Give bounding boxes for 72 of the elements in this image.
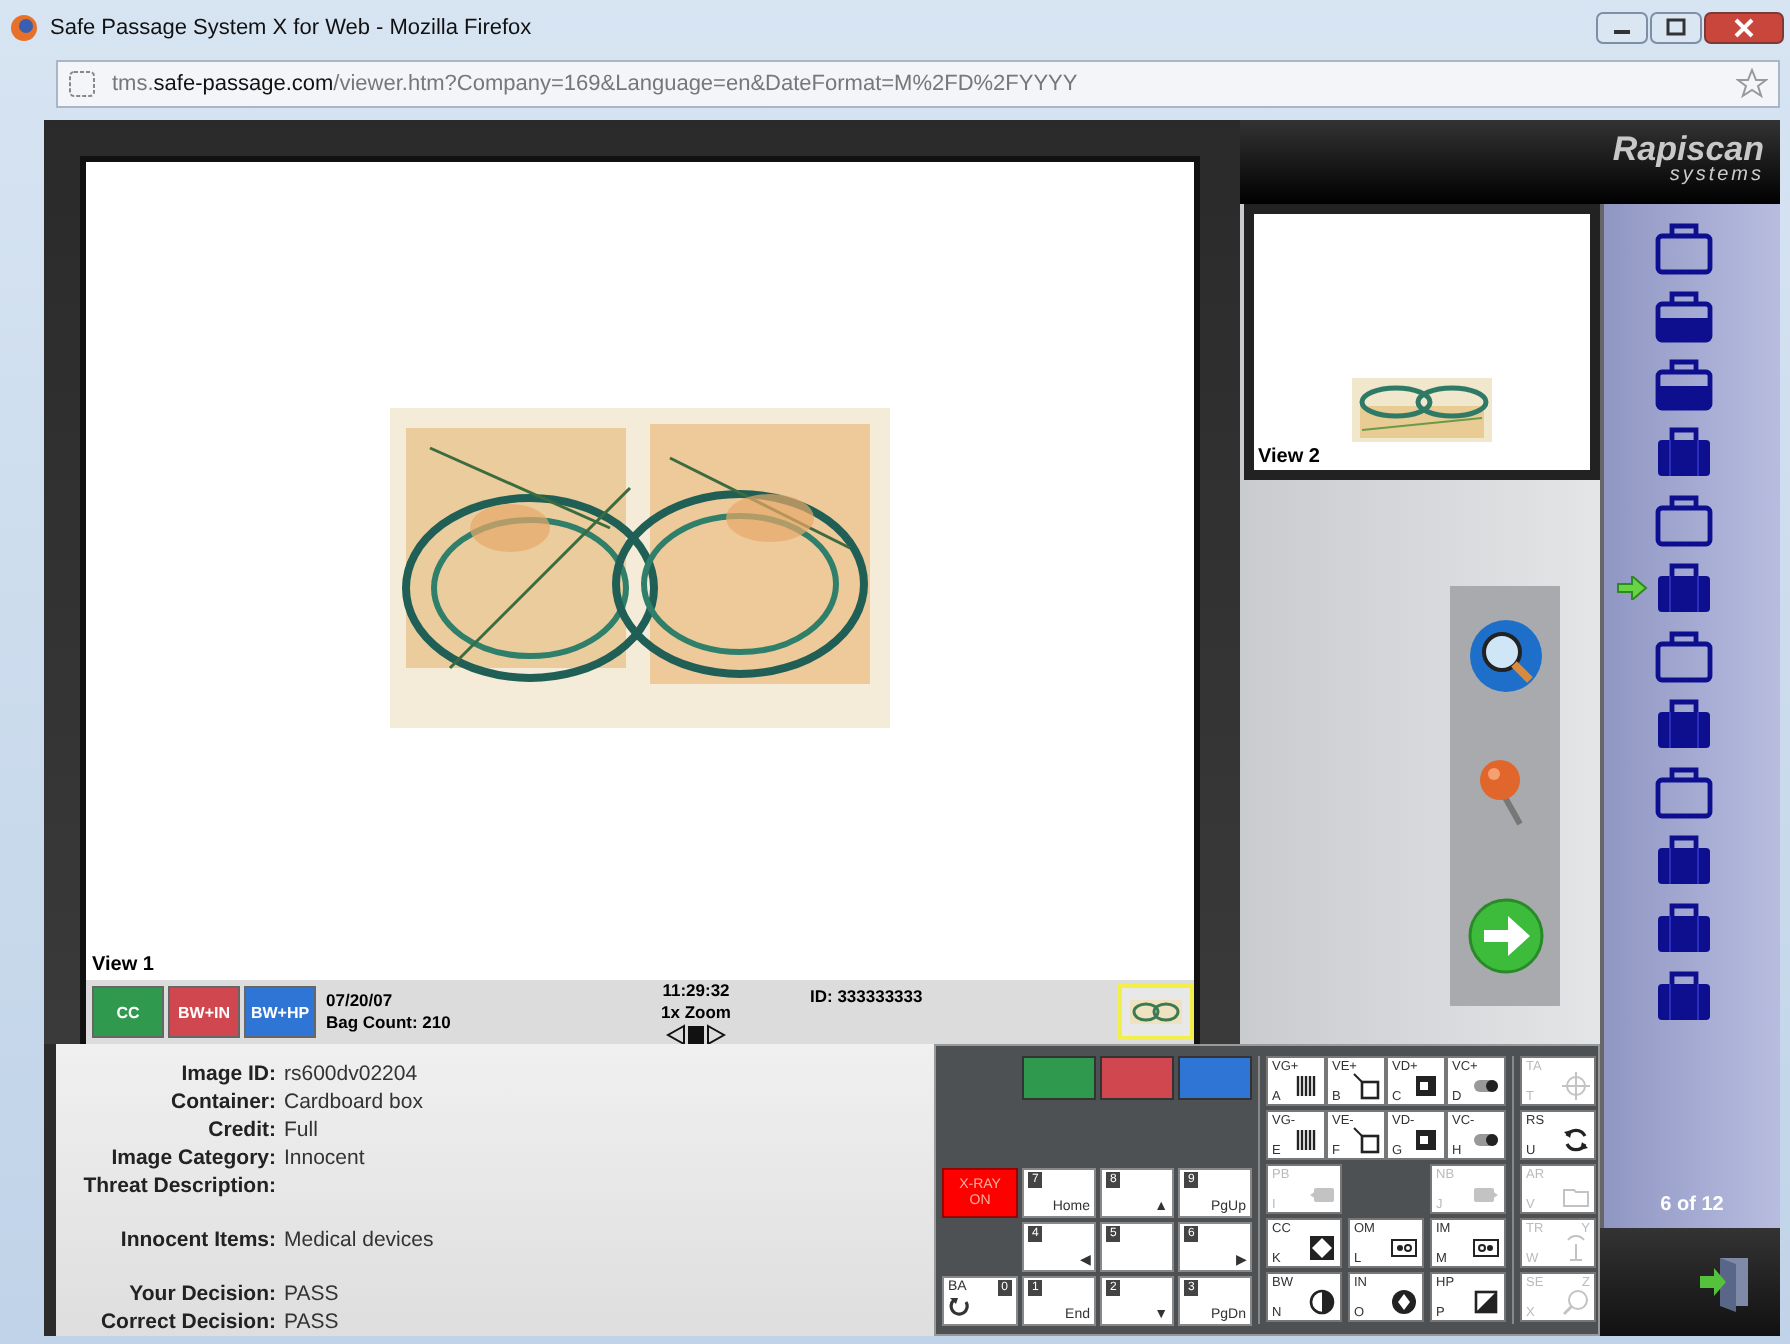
diamond-grid-icon	[1308, 1234, 1336, 1262]
thumbnail-frame[interactable]: View 2	[1244, 204, 1600, 480]
cassette-icon	[1390, 1234, 1418, 1262]
suitcase-icon[interactable]	[1654, 356, 1714, 412]
zoom-text: 1x Zoom	[661, 1001, 731, 1023]
corner-square-icon	[1352, 1072, 1380, 1100]
suitcase-icon[interactable]	[1654, 560, 1714, 616]
image-id-text: ID: 333333333	[810, 986, 925, 1008]
field-label: Innocent Items:	[118, 1226, 276, 1254]
suitcase-icon[interactable]	[1654, 832, 1714, 888]
color-key[interactable]	[1022, 1056, 1096, 1100]
bookmark-star-icon[interactable]	[1736, 68, 1768, 100]
bag-count-text: Bag Count: 210	[326, 1012, 451, 1034]
suitcase-icon[interactable]	[1654, 764, 1714, 820]
field-value: Innocent	[284, 1144, 365, 1172]
field-value: PASS	[284, 1308, 339, 1336]
view-label: View 2	[1258, 446, 1320, 468]
color-key[interactable]	[1178, 1056, 1252, 1100]
suitcase-icon[interactable]	[1654, 696, 1714, 752]
close-button[interactable]	[1704, 12, 1784, 44]
suitcase-icon[interactable]	[1654, 628, 1714, 684]
url-text: tms.safe-passage.com/viewer.htm?Company=169&Language=en&DateFormat=M%2FD%2FYYYY	[112, 72, 1080, 96]
field-label: Correct Decision:	[98, 1308, 276, 1336]
brand-tagline: systems	[1669, 166, 1764, 186]
suitcase-icon[interactable]	[1654, 424, 1714, 480]
suitcase-icon[interactable]	[1654, 900, 1714, 956]
suitcase-icon[interactable]	[1654, 968, 1714, 1024]
browser-logo-icon	[10, 14, 38, 42]
brand-logo: Rapiscan	[1612, 132, 1764, 166]
view-label: View 1	[90, 954, 156, 980]
field-label: Container:	[169, 1088, 276, 1116]
maximize-button[interactable]	[1650, 12, 1702, 44]
minimize-button[interactable]	[1596, 12, 1648, 44]
address-bar[interactable]: tms.safe-passage.com/viewer.htm?Company=169&Language=en&DateFormat=M%2FD%2FYYYY	[56, 60, 1780, 108]
window-title: Safe Passage System X for Web - Mozilla Firefox	[50, 16, 534, 40]
suitcase-icon[interactable]	[1654, 288, 1714, 344]
time-text: 11:29:32	[662, 979, 730, 1001]
suitcase-icon[interactable]	[1654, 492, 1714, 548]
magnifier-button[interactable]	[1465, 616, 1545, 696]
field-value: Full	[284, 1116, 318, 1144]
date-text: 07/20/07	[326, 990, 393, 1012]
field-label: Image Category:	[109, 1144, 276, 1172]
undo-icon	[948, 1296, 972, 1316]
bag-counter: 6 of 12	[1660, 1194, 1724, 1216]
next-button[interactable]	[1465, 896, 1545, 976]
field-label: Your Decision:	[127, 1280, 276, 1308]
field-value: Cardboard box	[284, 1088, 423, 1116]
crosshair-icon	[1562, 1072, 1590, 1100]
field-value: rs600dv02204	[284, 1060, 418, 1088]
field-label: Credit:	[206, 1116, 276, 1144]
bars-icon	[1292, 1126, 1320, 1154]
cassette-icon	[1472, 1234, 1500, 1262]
bars-icon	[1292, 1072, 1320, 1100]
field-value: Medical devices	[284, 1226, 434, 1254]
corner-square-icon	[1352, 1126, 1380, 1154]
search-icon	[1562, 1288, 1590, 1316]
field-label: Image ID:	[179, 1060, 276, 1088]
thumbnail[interactable]	[1118, 984, 1194, 1040]
field-label: Threat Description:	[81, 1172, 276, 1200]
color-mode-button[interactable]: CC	[92, 986, 164, 1038]
half-circle-icon	[1308, 1288, 1336, 1316]
refresh-icon	[1562, 1126, 1590, 1154]
color-mode-button[interactable]: BW+HP	[244, 986, 316, 1038]
suitcase-icon[interactable]	[1654, 220, 1714, 276]
color-key[interactable]	[1100, 1056, 1174, 1100]
page-icon	[68, 70, 96, 98]
zoom-control-icon[interactable]	[666, 1023, 726, 1045]
field-value: PASS	[284, 1280, 339, 1308]
split-box-icon	[1412, 1072, 1440, 1100]
split-box-icon	[1412, 1126, 1440, 1154]
color-mode-button[interactable]: BW+IN	[168, 986, 240, 1038]
half-square-icon	[1472, 1288, 1500, 1316]
